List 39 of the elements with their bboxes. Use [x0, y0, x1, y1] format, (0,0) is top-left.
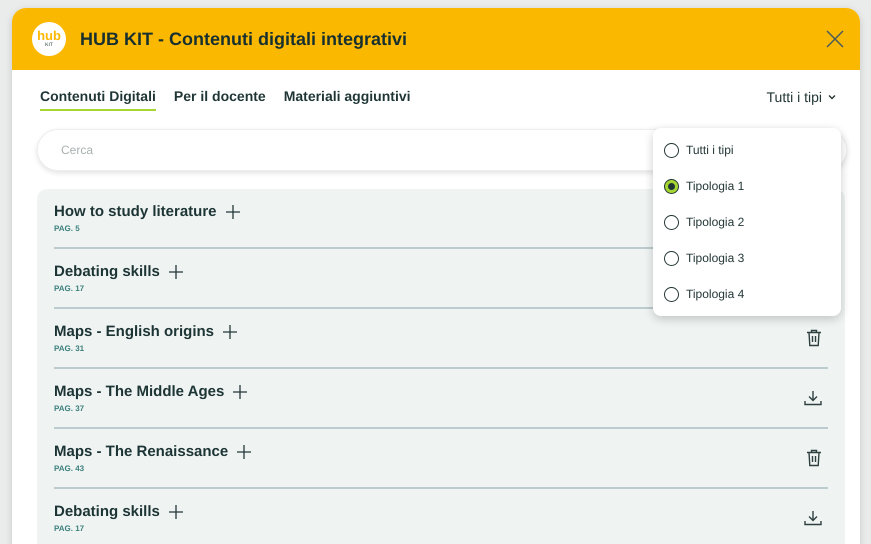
item-title: How to study literature	[54, 203, 217, 220]
plus-icon[interactable]	[168, 504, 184, 520]
tab[interactable]: Per il docente	[174, 88, 266, 111]
type-option[interactable]: Tipologia 1	[653, 168, 841, 204]
radio-button[interactable]	[664, 142, 679, 158]
item-title: Debating skills	[54, 263, 160, 280]
trash-icon[interactable]	[806, 329, 822, 347]
plus-icon[interactable]	[222, 324, 238, 340]
item-title: Debating skills	[54, 503, 160, 520]
tab[interactable]: Materiali aggiuntivi	[284, 88, 411, 111]
type-filter-dropdown[interactable]: Tutti i tipi	[766, 88, 836, 110]
item-title: Maps - English origins	[54, 323, 214, 340]
page-number: PAG. 43	[54, 464, 86, 473]
page-number: PAG. 5	[54, 224, 81, 233]
radio-button[interactable]	[664, 178, 679, 194]
tab[interactable]: Contenuti Digitali	[40, 88, 156, 111]
radio-button[interactable]	[664, 250, 679, 266]
page-number: PAG. 17	[54, 524, 86, 533]
type-option[interactable]: Tipologia 2	[653, 204, 841, 240]
item-title: Maps - The Renaissance	[54, 443, 228, 460]
close-icon[interactable]	[826, 30, 844, 48]
download-icon[interactable]	[804, 390, 822, 406]
window-title: HUB KIT - Contenuti digitali integrativi	[80, 28, 408, 50]
type-option[interactable]: Tipologia 3	[653, 240, 841, 276]
caret-icon	[828, 94, 836, 100]
radio-button[interactable]	[664, 214, 679, 230]
page-number: PAG. 31	[54, 344, 86, 353]
trash-icon[interactable]	[806, 449, 822, 467]
page-number: PAG. 17	[54, 284, 86, 293]
plus-icon[interactable]	[232, 384, 248, 400]
page-number: PAG. 37	[54, 404, 86, 413]
type-option[interactable]: Tipologia 4	[653, 276, 841, 312]
type-option[interactable]: Tutti i tipi	[653, 132, 841, 168]
plus-icon[interactable]	[224, 204, 241, 220]
download-icon[interactable]	[804, 510, 822, 526]
item-title: Maps - The Middle Ages	[54, 383, 224, 400]
radio-button[interactable]	[664, 286, 679, 302]
plus-icon[interactable]	[168, 264, 184, 280]
plus-icon[interactable]	[236, 444, 252, 460]
